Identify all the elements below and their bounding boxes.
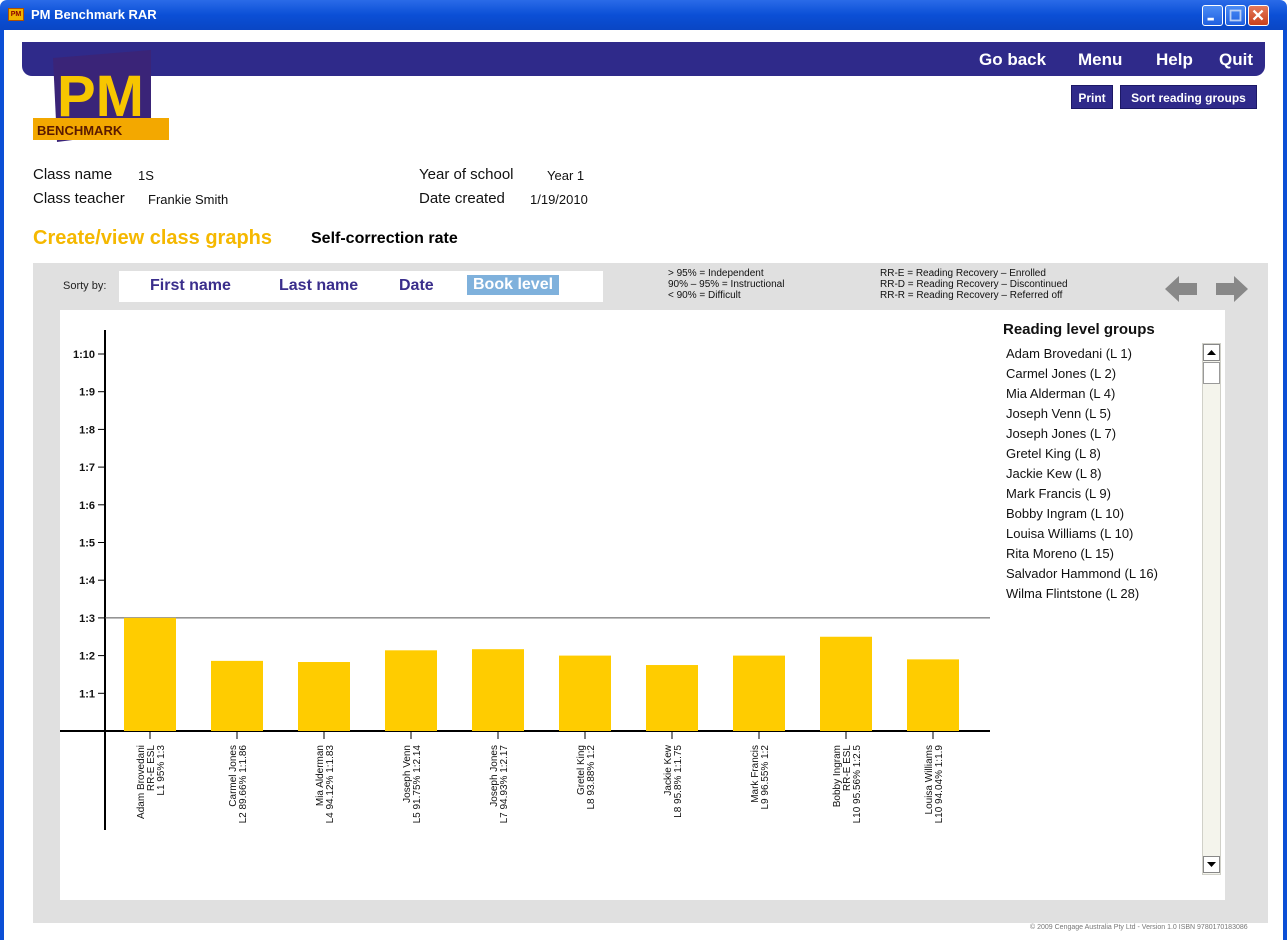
legend-difficult: < 90% = Difficult: [668, 290, 741, 301]
reading-group-item[interactable]: Bobby Ingram (L 10): [1006, 505, 1201, 525]
y-tick-label: 1:3: [79, 613, 95, 625]
pm-benchmark-logo: PM BENCHMARK: [33, 50, 169, 142]
section-title: Create/view class graphs: [33, 227, 273, 249]
sort-book-level[interactable]: Book level: [467, 275, 560, 295]
scroll-down-button[interactable]: [1203, 856, 1220, 873]
y-tick-label: 1:8: [79, 424, 95, 436]
maximize-button[interactable]: [1225, 5, 1246, 26]
scroll-down-icon: [1207, 862, 1216, 867]
reading-group-item[interactable]: Jackie Kew (L 8): [1006, 465, 1201, 485]
minimize-icon: [1207, 17, 1214, 21]
chart-bar: [733, 655, 785, 731]
reading-recovery-legend: RR-E = Reading Recovery – Enrolled RR-D …: [880, 268, 1068, 301]
window-frame-right: [1283, 30, 1287, 940]
menu-link[interactable]: Menu: [1078, 50, 1122, 70]
svg-text:BENCHMARK: BENCHMARK: [37, 123, 123, 138]
x-tick-label: L8 93.88% 1:2: [586, 745, 597, 810]
close-button[interactable]: [1248, 5, 1269, 26]
y-tick-label: 1:4: [79, 575, 96, 587]
x-tick-label: L8 95.8% 1:1.75: [673, 745, 684, 818]
x-tick-label: L7 94.93% 1:2.17: [499, 745, 510, 824]
chart-bar: [907, 659, 959, 731]
scroll-up-button[interactable]: [1203, 344, 1220, 361]
x-tick-label: L10 94.04% 1:1.9: [934, 745, 945, 824]
sort-date[interactable]: Date: [399, 277, 434, 295]
reading-level-groups-list: Adam Brovedani (L 1) Carmel Jones (L 2) Mi…: [1006, 345, 1201, 605]
chart-bar: [559, 655, 611, 731]
reading-group-item[interactable]: Adam Brovedani (L 1): [1006, 345, 1201, 365]
chart-bar: [472, 649, 524, 731]
reading-group-item[interactable]: Mia Alderman (L 4): [1006, 385, 1201, 405]
groups-scrollbar[interactable]: [1202, 343, 1221, 875]
accuracy-legend: > 95% = Independent 90% – 95% = Instruct…: [668, 268, 784, 301]
y-tick-label: 1:7: [79, 462, 95, 474]
reading-group-item[interactable]: Wilma Flintstone (L 28): [1006, 585, 1201, 605]
y-tick-label: 1:9: [79, 387, 95, 399]
x-tick-label: L4 94.12% 1:1.83: [325, 745, 336, 824]
y-tick-label: 1:1: [79, 688, 95, 700]
chart-bar: [298, 662, 350, 731]
self-correction-chart: 1:11:21:31:41:51:61:71:81:91:10Adam Brov…: [60, 330, 990, 830]
legend-rr-r: RR-R = Reading Recovery – Referred off: [880, 290, 1063, 301]
sort-reading-groups-button[interactable]: Sort reading groups: [1120, 85, 1257, 109]
help-link[interactable]: Help: [1156, 50, 1193, 70]
date-created-value: 1/19/2010: [530, 192, 588, 207]
sort-last-name[interactable]: Last name: [279, 277, 358, 295]
y-tick-label: 1:5: [79, 538, 95, 550]
window-frame-left: [0, 30, 4, 940]
y-tick-label: 1:2: [79, 651, 95, 663]
maximize-icon: [1229, 9, 1242, 22]
x-tick-label: L9 96.55% 1:2: [760, 745, 771, 810]
reading-group-item[interactable]: Salvador Hammond (L 16): [1006, 565, 1201, 585]
graph-type-title: Self-correction rate: [311, 230, 458, 247]
chart-bar: [124, 617, 176, 731]
close-icon: [1252, 9, 1264, 21]
reading-group-item[interactable]: Rita Moreno (L 15): [1006, 545, 1201, 565]
reading-group-item[interactable]: Gretel King (L 8): [1006, 445, 1201, 465]
sort-by-label: Sorty by:: [63, 280, 107, 292]
chart-bar: [211, 660, 263, 731]
copyright-text: © 2009 Cengage Australia Pty Ltd - Versi…: [1030, 924, 1248, 931]
y-tick-label: 1:6: [79, 500, 95, 512]
class-name-label: Class name: [33, 166, 113, 183]
app-icon: PM: [8, 8, 24, 21]
next-arrow-icon[interactable]: [1214, 276, 1248, 302]
x-tick-label: L1 95% 1:3: [156, 745, 167, 796]
reading-group-item[interactable]: Joseph Venn (L 5): [1006, 405, 1201, 425]
legend-rr-d: RR-D = Reading Recovery – Discontinued: [880, 279, 1068, 290]
legend-independent: > 95% = Independent: [668, 268, 764, 279]
x-tick-label: L10 95.56% 1:2.5: [852, 745, 863, 824]
class-name-value: 1S: [138, 168, 154, 183]
legend-instructional: 90% – 95% = Instructional: [668, 279, 785, 290]
x-tick-label: L2 89.66% 1:1.86: [238, 745, 249, 824]
sort-first-name[interactable]: First name: [150, 277, 231, 295]
reading-group-item[interactable]: Louisa Williams (L 10): [1006, 525, 1201, 545]
reading-group-item[interactable]: Mark Francis (L 9): [1006, 485, 1201, 505]
class-teacher-value: Frankie Smith: [148, 192, 229, 207]
reading-group-item[interactable]: Carmel Jones (L 2): [1006, 365, 1201, 385]
reading-level-groups-title: Reading level groups: [1003, 321, 1155, 338]
print-button[interactable]: Print: [1071, 85, 1113, 109]
year-of-school-label: Year of school: [419, 166, 514, 183]
scroll-up-icon: [1207, 350, 1216, 355]
go-back-link[interactable]: Go back: [979, 50, 1046, 70]
legend-rr-e: RR-E = Reading Recovery – Enrolled: [880, 268, 1046, 279]
quit-link[interactable]: Quit: [1219, 50, 1253, 70]
minimize-button[interactable]: [1202, 5, 1223, 26]
window-title: PM Benchmark RAR: [31, 7, 157, 22]
reading-group-item[interactable]: Joseph Jones (L 7): [1006, 425, 1201, 445]
previous-arrow-icon[interactable]: [1165, 276, 1199, 302]
chart-bar: [385, 650, 437, 731]
chart-bar: [646, 665, 698, 731]
date-created-label: Date created: [419, 190, 505, 207]
class-teacher-label: Class teacher: [33, 190, 125, 207]
year-of-school-value: Year 1: [547, 168, 585, 183]
x-tick-label: L5 91.75% 1:2.14: [412, 745, 423, 824]
y-tick-label: 1:10: [73, 349, 95, 361]
title-bar[interactable]: PM PM Benchmark RAR: [0, 0, 1287, 30]
chart-bar: [820, 636, 872, 731]
scroll-thumb[interactable]: [1203, 362, 1220, 384]
